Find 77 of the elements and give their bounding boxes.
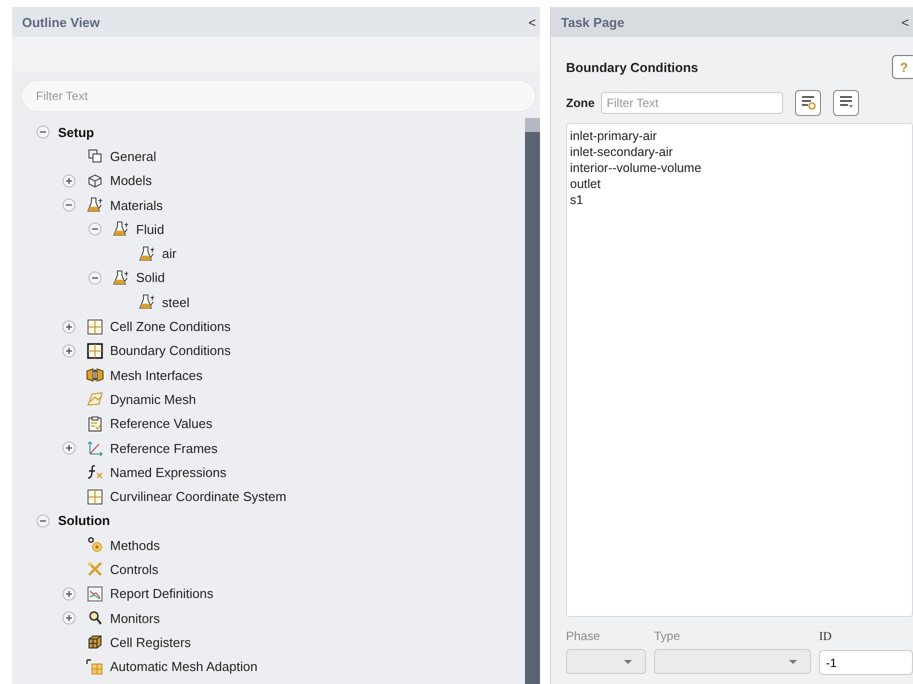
mesh-interface-icon (86, 367, 104, 384)
panel-title: Outline View (22, 14, 100, 30)
dropdown-caret-icon (623, 658, 633, 664)
tree-item[interactable]: Fluid (136, 222, 164, 237)
tree-item[interactable]: Cell Zone Conditions (110, 319, 231, 334)
gears-icon (86, 537, 104, 554)
collapse-icon[interactable] (88, 222, 102, 236)
dynamic-mesh-icon (86, 391, 104, 408)
filter-field[interactable]: Filter Text (21, 80, 536, 112)
flask-icon (86, 197, 104, 214)
list-item[interactable]: inlet-secondary-air (570, 144, 909, 160)
sort-button[interactable] (832, 90, 859, 116)
list-item[interactable]: s1 (570, 192, 909, 208)
expand-icon[interactable] (62, 611, 76, 626)
filter-button[interactable] (794, 90, 821, 116)
expand-icon[interactable] (62, 174, 76, 188)
zone-label: Zone (566, 96, 595, 110)
tree-item[interactable]: Reference Values (110, 416, 212, 432)
grid-icon (86, 342, 104, 359)
scrollbar[interactable] (525, 118, 540, 684)
field-label: Type (654, 629, 682, 643)
expand-icon[interactable] (62, 344, 76, 358)
grid-icon (86, 488, 104, 505)
panel-title: Task Page (561, 14, 624, 30)
flask-icon (138, 246, 156, 262)
mesh-adapt-icon (86, 658, 104, 675)
flask-icon (112, 270, 130, 286)
pages-icon (86, 148, 104, 164)
collapse-button[interactable]: < (897, 14, 913, 30)
tools-icon (86, 561, 104, 578)
expand-icon[interactable] (62, 320, 76, 334)
page-heading: Boundary Conditions (566, 60, 698, 74)
report-chart-icon (86, 586, 104, 602)
id-field[interactable]: -1 (819, 650, 913, 675)
tree-item[interactable]: Named Expressions (110, 464, 226, 480)
tree-item[interactable]: Models (110, 173, 152, 188)
tree-item[interactable]: steel (162, 294, 190, 310)
tree-item[interactable]: Controls (110, 562, 158, 577)
collapse-button[interactable]: < (524, 14, 540, 30)
clipboard-icon (86, 416, 104, 432)
function-icon (86, 464, 104, 480)
filter-field[interactable]: Filter Text (600, 92, 783, 114)
list-item[interactable]: outlet (570, 176, 909, 192)
dropdown-caret-icon (788, 658, 798, 664)
tree-item[interactable]: General (110, 148, 156, 164)
scrollbar-thumb[interactable] (525, 118, 540, 132)
axes-icon (86, 440, 104, 456)
collapse-icon[interactable] (62, 198, 76, 212)
tree-item[interactable]: Monitors (110, 610, 160, 626)
tree-item[interactable]: Curvilinear Coordinate System (110, 489, 286, 504)
tree-item[interactable]: Reference Frames (110, 440, 218, 456)
tree-item[interactable]: Setup (58, 124, 94, 140)
collapse-icon[interactable] (36, 514, 50, 528)
tree-item[interactable]: Report Definitions (110, 586, 214, 602)
tree-item[interactable]: Cell Registers (110, 634, 191, 650)
cube-icon (86, 634, 104, 650)
grid-icon (86, 318, 104, 335)
tree-item[interactable]: Materials (110, 198, 163, 213)
field-label: ID (819, 629, 833, 644)
flask-icon (112, 221, 130, 238)
tree-item[interactable]: Solid (136, 270, 165, 286)
tree-item[interactable]: Methods (110, 538, 160, 553)
tree-item[interactable]: Boundary Conditions (110, 343, 231, 358)
field-label: Phase (566, 629, 602, 643)
expand-icon[interactable] (62, 586, 76, 601)
tree-item[interactable]: Mesh Interfaces (110, 368, 202, 383)
tree-item[interactable]: Automatic Mesh Adaption (110, 659, 258, 674)
tree-item[interactable]: air (162, 246, 176, 262)
collapse-icon[interactable] (36, 125, 50, 140)
tree-item[interactable]: Solution (58, 513, 110, 528)
expand-icon[interactable] (62, 441, 76, 455)
list-item[interactable]: inlet-primary-air (570, 128, 909, 144)
collapse-icon[interactable] (88, 270, 102, 285)
tree-item[interactable]: Dynamic Mesh (110, 392, 196, 407)
list-item[interactable]: interior--volume-volume (570, 160, 909, 176)
flask-icon (138, 294, 156, 310)
cube-icon (86, 172, 104, 189)
